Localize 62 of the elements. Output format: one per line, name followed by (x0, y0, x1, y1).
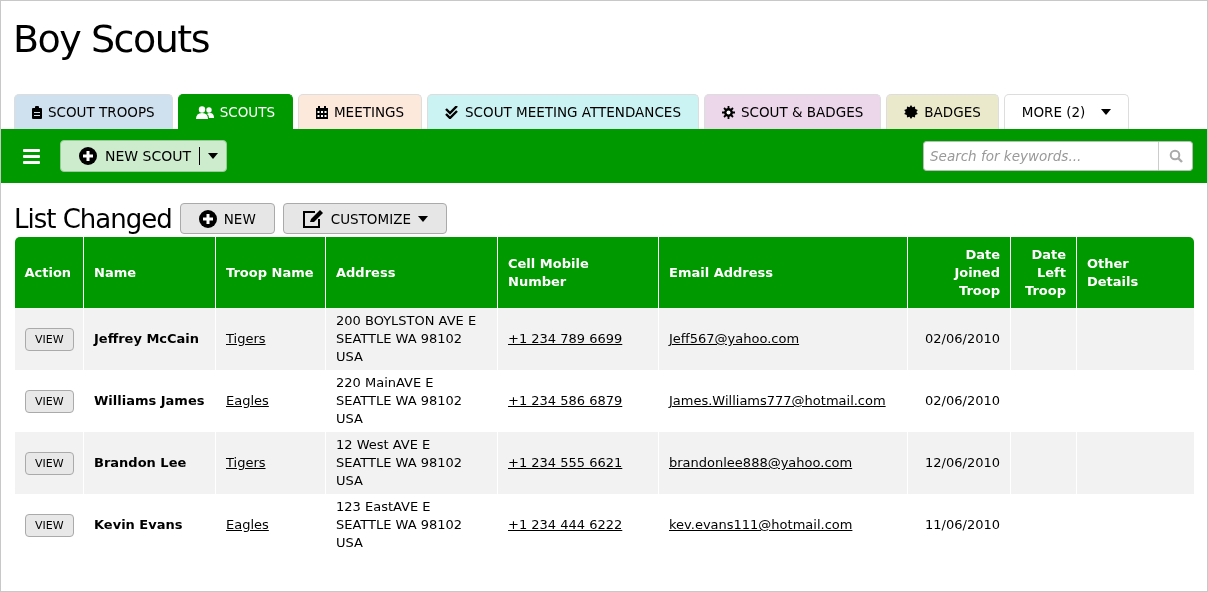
calendar-icon (315, 105, 328, 119)
search-field[interactable]: Search for keywords... (923, 141, 1159, 171)
tab[interactable]: SCOUT MEETING ATTENDANCES (427, 94, 699, 129)
page-title: Boy Scouts (12, 16, 210, 63)
name-cell: Jeffrey McCain (83, 308, 216, 370)
name-cell: Kevin Evans (83, 494, 216, 556)
column-header: Other Details (1076, 237, 1194, 308)
customize-button[interactable]: CUSTOMIZE (282, 203, 447, 234)
column-header: Cell Mobile Number (497, 237, 659, 308)
edit-icon (301, 209, 324, 228)
tab[interactable]: SCOUT & BADGES (703, 94, 882, 129)
caret-icon (1101, 109, 1112, 115)
plus-circle-icon (79, 147, 97, 165)
email-link[interactable]: James.Williams777@hotmail.com (669, 393, 886, 408)
phone-link[interactable]: +1 234 555 6621 (508, 455, 623, 470)
phone-link[interactable]: +1 234 444 6222 (508, 517, 623, 532)
tab[interactable]: SCOUT TROOPS (14, 94, 173, 129)
menu-icon[interactable] (23, 148, 40, 164)
column-header: Address (325, 237, 498, 308)
caret-icon (208, 153, 219, 159)
users-icon (195, 105, 214, 119)
troop-link[interactable]: Eagles (226, 393, 269, 408)
column-header: Troop Name (215, 237, 326, 308)
troop-link[interactable]: Tigers (226, 455, 266, 470)
date-cell: 02/06/2010 (907, 308, 1011, 370)
plus-circle-icon (198, 209, 217, 228)
double-check-icon (445, 105, 460, 119)
column-header: Date Left Troop (1010, 237, 1077, 308)
tab[interactable]: BADGES (886, 94, 999, 129)
list-title: List Changed (14, 203, 172, 234)
view-button[interactable]: VIEW (25, 327, 74, 351)
email-link[interactable]: brandonlee888@yahoo.com (669, 455, 853, 470)
search-button[interactable] (1159, 141, 1193, 171)
name-cell: Brandon Lee (83, 432, 216, 494)
tab[interactable]: MEETINGS (297, 94, 423, 129)
badge-icon (904, 105, 919, 119)
tab[interactable]: MORE (2) (1003, 94, 1130, 129)
phone-link[interactable]: +1 234 586 6879 (508, 393, 623, 408)
troop-link[interactable]: Tigers (226, 331, 266, 346)
new-button[interactable]: NEW (179, 203, 275, 234)
new-scout-button[interactable]: NEW SCOUT (60, 140, 228, 172)
email-link[interactable]: Jeff567@yahoo.com (669, 331, 800, 346)
tab[interactable]: SCOUTS (177, 94, 293, 129)
clipboard-icon (32, 105, 42, 119)
gear-icon (721, 105, 735, 119)
email-link[interactable]: kev.evans111@hotmail.com (669, 517, 853, 532)
caret-icon (417, 215, 428, 222)
address-cell: 123 EastAVE E SEATTLE WA 98102 USA (325, 494, 498, 556)
column-header: Date Joined Troop (907, 237, 1011, 308)
view-button[interactable]: VIEW (25, 513, 74, 537)
view-button[interactable]: VIEW (25, 451, 74, 475)
troop-link[interactable]: Eagles (226, 517, 269, 532)
date-cell: 11/06/2010 (907, 494, 1011, 556)
phone-link[interactable]: +1 234 789 6699 (508, 331, 623, 346)
address-cell: 200 BOYLSTON AVE E SEATTLE WA 98102 USA (325, 308, 498, 370)
column-header: Name (83, 237, 216, 308)
address-cell: 12 West AVE E SEATTLE WA 98102 USA (325, 432, 498, 494)
column-header: Email Address (658, 237, 908, 308)
search-icon (1168, 149, 1183, 163)
date-cell: 12/06/2010 (907, 432, 1011, 494)
column-header: Action (14, 237, 84, 308)
view-button[interactable]: VIEW (25, 389, 74, 413)
